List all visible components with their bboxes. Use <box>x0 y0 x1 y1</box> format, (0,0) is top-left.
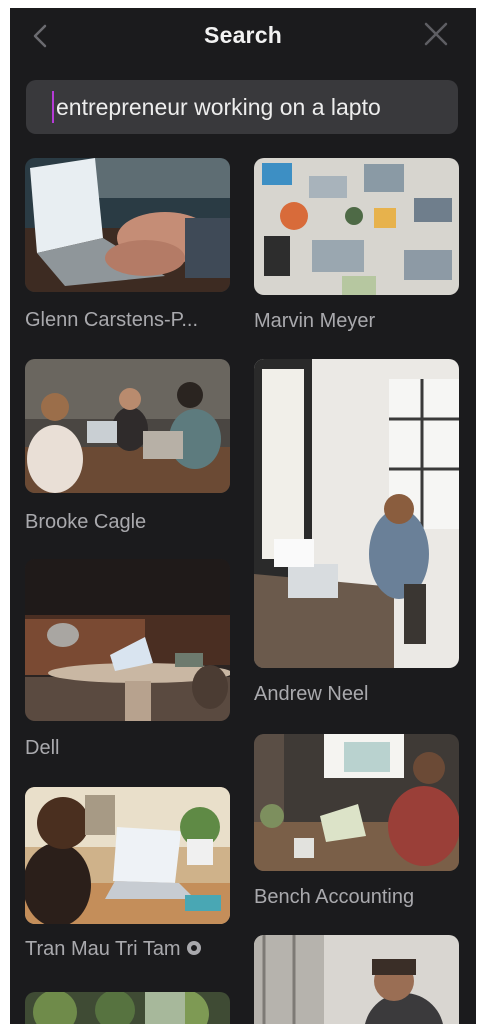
result-author: Marvin Meyer <box>254 310 376 332</box>
result-author: Bench Accounting <box>254 886 415 908</box>
result-thumbnail <box>25 559 230 721</box>
result-card[interactable]: Tran Mau Tri Tam <box>25 787 230 974</box>
result-thumbnail-image <box>25 559 230 721</box>
result-thumbnail-image <box>254 935 459 1024</box>
result-author: Dell <box>25 737 60 759</box>
result-thumbnail-image <box>254 359 459 668</box>
result-card[interactable]: Brooke Cagle <box>25 359 230 539</box>
result-thumbnail-image <box>25 359 230 493</box>
result-thumbnail-image <box>25 787 230 924</box>
result-thumbnail <box>254 935 459 1024</box>
result-card[interactable]: Glenn Carstens-P... <box>25 158 230 340</box>
result-card[interactable] <box>254 935 459 1024</box>
result-author: Andrew Neel <box>254 683 369 705</box>
result-card[interactable]: Dell <box>25 559 230 764</box>
result-author: Glenn Carstens-P... <box>25 309 199 331</box>
pro-badge-icon <box>186 940 201 955</box>
results-grid: Glenn Carstens-P... Marvin Meyer Brooke … <box>10 8 476 1024</box>
result-thumbnail <box>25 992 230 1024</box>
search-panel: Search entrepreneur working on a lapto G… <box>10 8 476 1024</box>
result-card[interactable]: Bench Accounting <box>254 734 459 918</box>
result-thumbnail <box>254 359 459 668</box>
result-thumbnail-image <box>25 992 230 1024</box>
result-thumbnail-image <box>254 734 459 871</box>
result-author-text: Tran Mau Tri Tam <box>25 938 181 960</box>
result-thumbnail <box>25 359 230 493</box>
result-card[interactable] <box>25 992 230 1024</box>
result-thumbnail <box>254 158 459 295</box>
result-card[interactable]: Marvin Meyer <box>254 158 459 340</box>
result-card[interactable]: Andrew Neel <box>254 359 459 715</box>
result-author: Tran Mau Tri Tam <box>25 938 201 961</box>
result-thumbnail <box>25 787 230 924</box>
result-thumbnail-image <box>254 158 459 295</box>
result-thumbnail <box>254 734 459 871</box>
result-author: Brooke Cagle <box>25 511 147 533</box>
result-thumbnail <box>25 158 230 292</box>
result-thumbnail-image <box>25 158 230 292</box>
